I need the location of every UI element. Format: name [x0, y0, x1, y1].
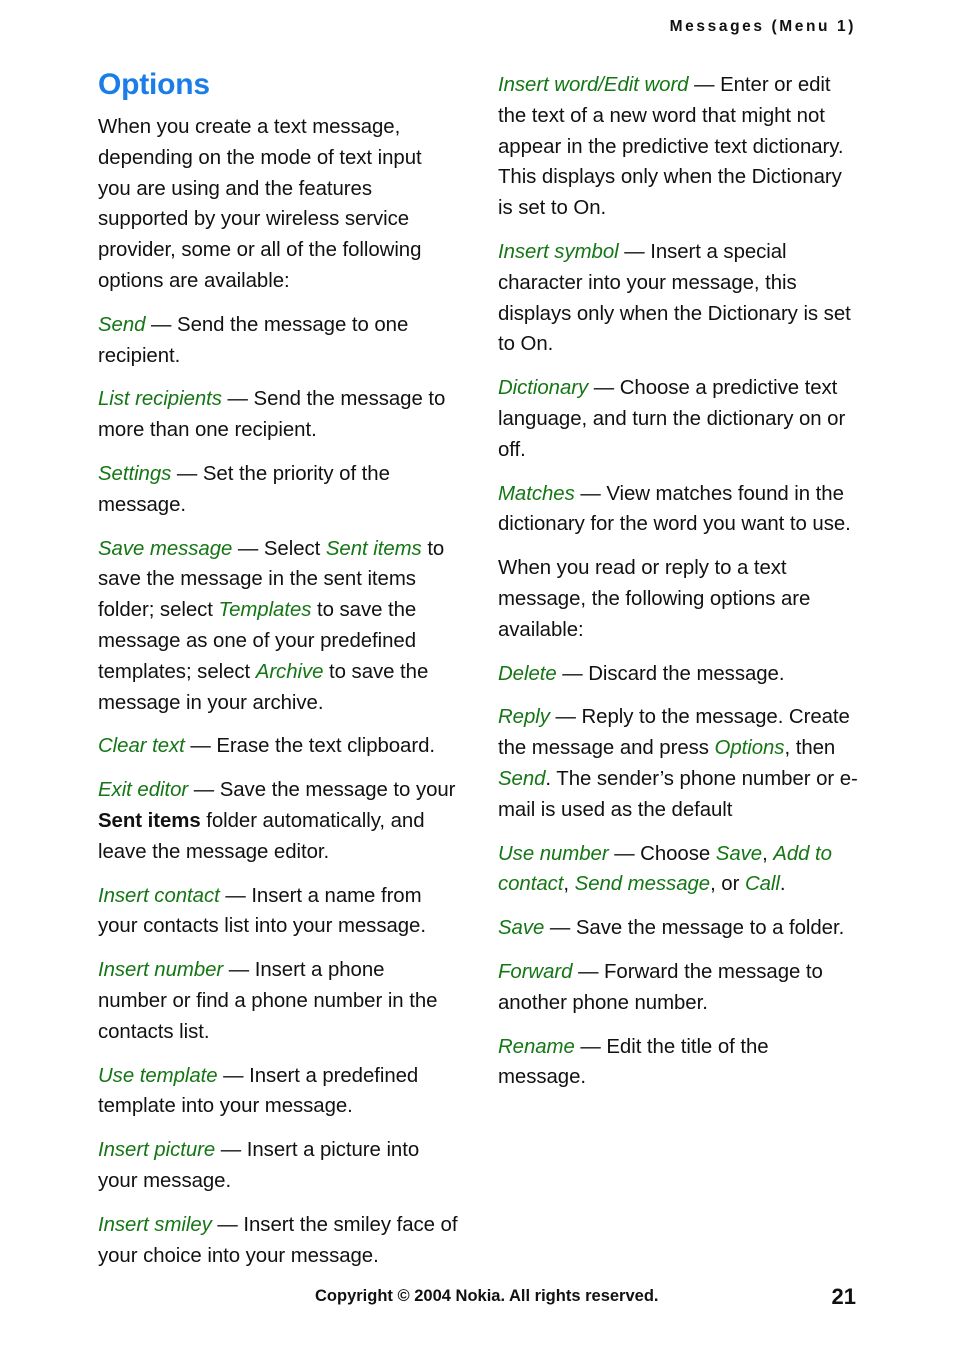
running-head: Messages (Menu 1): [669, 18, 856, 35]
option-term: Use template: [98, 1064, 218, 1087]
option-description: Save the message to a folder.: [575, 917, 845, 940]
em-dash: —: [237, 537, 259, 560]
option-entry-reply: Reply — Reply to the message. Create the…: [498, 702, 858, 825]
option-term: Exit editor: [98, 779, 189, 802]
inline-term-send: Send: [498, 767, 546, 790]
option-entry-use-template: Use template — Insert a predefined templ…: [98, 1061, 458, 1123]
bold-term-sent-items: Sent items: [98, 809, 201, 832]
em-dash: —: [578, 960, 599, 983]
option-description-part: ,: [762, 842, 774, 865]
option-description-part: . The sender’s phone number or e-mail is…: [498, 767, 858, 821]
em-dash: —: [223, 1064, 244, 1087]
option-entry-save: Save — Save the message to a folder.: [498, 913, 858, 944]
option-entry-insert-word: Insert word/Edit word — Enter or edit th…: [498, 70, 858, 224]
option-entry-save-message: Save message — Select Sent items to save…: [98, 534, 458, 719]
page-footer: Copyright © 2004 Nokia. All rights reser…: [98, 1284, 856, 1313]
option-entry-use-number: Use number — Choose Save, Add to contact…: [498, 839, 858, 901]
option-entry-forward: Forward — Forward the message to another…: [498, 957, 858, 1019]
inline-term-send-message: Send message: [574, 873, 711, 896]
option-term: Send: [98, 313, 146, 336]
option-term: Insert symbol: [498, 240, 619, 263]
em-dash: —: [555, 706, 576, 729]
option-term: Settings: [98, 462, 172, 485]
option-entry-dictionary: Dictionary — Choose a predictive text la…: [498, 373, 858, 465]
option-entry-exit-editor: Exit editor — Save the message to your S…: [98, 775, 458, 867]
em-dash: —: [562, 662, 583, 685]
page-number: 21: [831, 1284, 856, 1309]
left-column: Options When you create a text message, …: [98, 70, 458, 1271]
inline-term-templates: Templates: [218, 599, 312, 622]
option-term: Reply: [498, 706, 550, 729]
option-entry-send: Send — Send the message to one recipient…: [98, 310, 458, 372]
option-entry-clear-text: Clear text — Erase the text clipboard.: [98, 731, 458, 762]
copyright-notice: Copyright © 2004 Nokia. All rights reser…: [315, 1287, 659, 1305]
em-dash: —: [614, 842, 635, 865]
option-term: Insert number: [98, 959, 224, 982]
option-entry-insert-number: Insert number — Insert a phone number or…: [98, 955, 458, 1047]
em-dash: —: [190, 735, 211, 758]
option-description-part: , or: [710, 873, 745, 896]
em-dash: —: [176, 462, 198, 485]
option-entry-insert-smiley: Insert smiley — Insert the smiley face o…: [98, 1210, 458, 1272]
option-term: Delete: [498, 662, 557, 685]
em-dash: —: [220, 1139, 242, 1162]
inline-term-sent-items: Sent items: [325, 537, 422, 560]
option-term: Save: [498, 917, 545, 940]
option-term: Rename: [498, 1035, 575, 1058]
option-entry-list-recipients: List recipients — Send the message to mo…: [98, 384, 458, 446]
em-dash: —: [549, 917, 571, 940]
option-term: Insert smiley: [98, 1213, 212, 1236]
em-dash: —: [624, 240, 645, 263]
option-term: Save message: [98, 537, 233, 560]
right-column: Insert word/Edit word — Enter or edit th…: [498, 70, 858, 1093]
option-entry-insert-symbol: Insert symbol — Insert a special charact…: [498, 237, 858, 360]
em-dash: —: [151, 313, 172, 336]
option-entry-delete: Delete — Discard the message.: [498, 659, 858, 690]
option-description-part: Save the message to your: [219, 779, 456, 802]
em-dash: —: [580, 482, 601, 505]
option-term: Dictionary: [498, 377, 589, 400]
option-entry-rename: Rename — Edit the title of the message.: [498, 1032, 858, 1094]
option-term: Matches: [498, 482, 575, 505]
em-dash: —: [193, 779, 215, 802]
inline-term-archive: Archive: [255, 660, 324, 683]
option-description-part: Choose: [640, 842, 716, 865]
em-dash: —: [593, 377, 615, 400]
inline-term-options: Options: [714, 737, 785, 760]
em-dash: —: [225, 884, 246, 907]
em-dash: —: [227, 388, 248, 411]
option-term: Use number: [498, 842, 609, 865]
option-entry-matches: Matches — View matches found in the dict…: [498, 479, 858, 541]
read-reply-intro-paragraph: When you read or reply to a text message…: [498, 557, 811, 641]
inline-term-save: Save: [715, 842, 763, 865]
option-term: Forward: [498, 960, 573, 983]
option-term: Insert picture: [98, 1139, 216, 1162]
option-term: Clear text: [98, 735, 185, 758]
option-description: Erase the text clipboard.: [216, 735, 435, 758]
option-description: Discard the message.: [588, 662, 785, 685]
option-entry-insert-contact: Insert contact — Insert a name from your…: [98, 881, 458, 943]
em-dash: —: [217, 1213, 238, 1236]
option-description-part: ,: [563, 873, 575, 896]
document-page: Messages (Menu 1) Options When you creat…: [0, 0, 954, 1353]
option-term: List recipients: [98, 388, 222, 411]
page-title: Options: [98, 68, 210, 101]
option-description-part: Select: [263, 537, 326, 560]
em-dash: —: [228, 959, 250, 982]
intro-paragraph: When you create a text message, dependin…: [98, 116, 422, 292]
two-column-body: Options When you create a text message, …: [98, 70, 858, 1267]
option-entry-settings: Settings — Set the priority of the messa…: [98, 459, 458, 521]
option-entry-insert-picture: Insert picture — Insert a picture into y…: [98, 1135, 458, 1197]
option-term: Insert contact: [98, 884, 220, 907]
option-description-part: , then: [784, 737, 836, 760]
option-description-part: .: [779, 873, 786, 896]
inline-term-call: Call: [744, 873, 780, 896]
em-dash: —: [580, 1035, 601, 1058]
em-dash: —: [694, 74, 715, 96]
option-term: Insert word/Edit word: [498, 74, 689, 96]
